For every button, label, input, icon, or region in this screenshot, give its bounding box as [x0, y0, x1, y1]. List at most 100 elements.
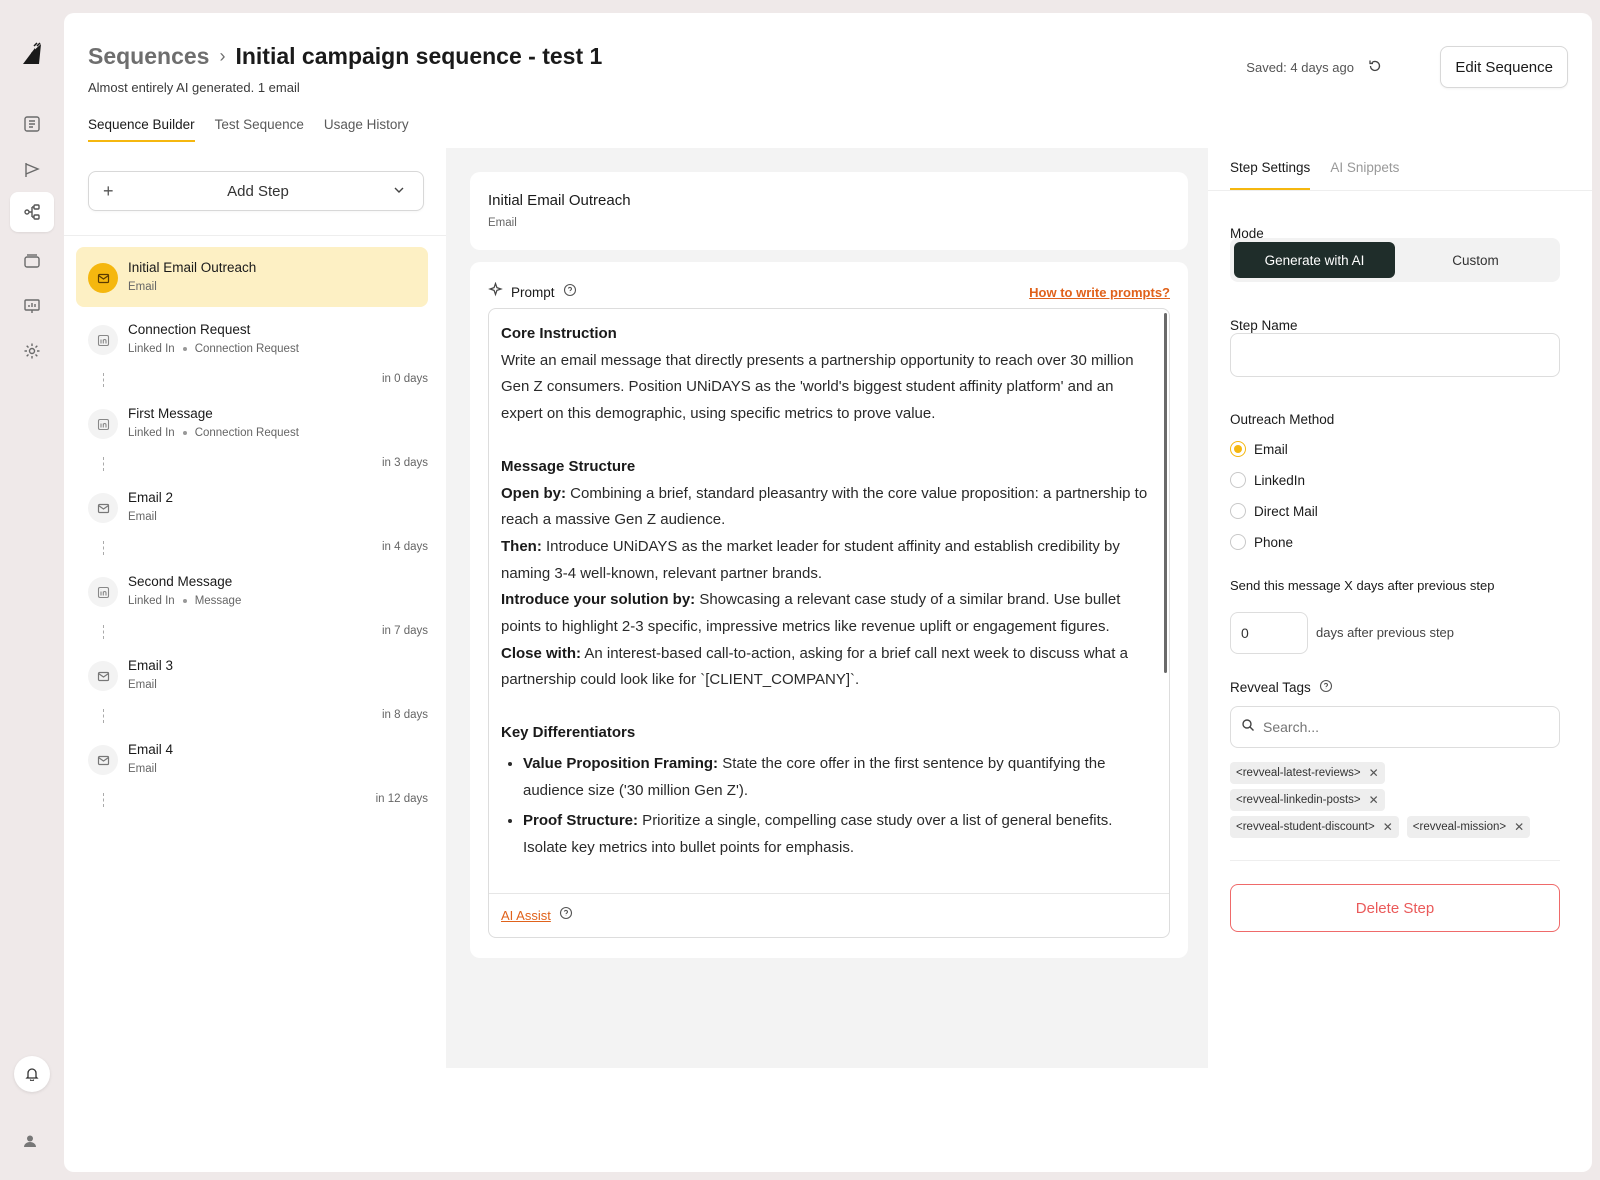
linkedin-icon [88, 409, 118, 439]
step-item-email-4[interactable]: Email 4 Email [76, 729, 428, 789]
step-item-first-message[interactable]: First Message Linked In Connection Reques… [76, 393, 428, 453]
steps-panel: + Add Step Initial Email Outreach Email [64, 148, 446, 1172]
linkedin-icon [88, 577, 118, 607]
tags-search[interactable] [1230, 706, 1560, 748]
add-step-label: Add Step [227, 182, 289, 200]
radio-phone[interactable]: Phone [1230, 534, 1293, 550]
analytics-icon[interactable] [18, 292, 46, 320]
sequences-icon[interactable] [10, 192, 54, 232]
add-step-dropdown[interactable]: + Add Step [88, 171, 424, 211]
prompt-textarea[interactable]: Core Instruction Write an email message … [488, 308, 1170, 938]
radio-button[interactable] [1230, 503, 1246, 519]
differentiators-list: Value Proposition Framing: State the cor… [501, 751, 1149, 862]
step-type: Email [128, 281, 157, 293]
ai-assist-link[interactable]: AI Assist [501, 908, 551, 923]
mail-icon [88, 263, 118, 293]
tag-chip: <revveal-student-discount> ✕ [1230, 816, 1399, 838]
close-icon[interactable]: ✕ [1514, 820, 1524, 834]
radio-button[interactable] [1230, 472, 1246, 488]
days-input[interactable] [1230, 612, 1308, 654]
step-name: Initial Email Outreach [128, 260, 257, 275]
step-item-email-2[interactable]: Email 2 Email [76, 477, 428, 537]
tags-search-input[interactable] [1263, 719, 1549, 735]
step-name: Email 2 [128, 490, 174, 505]
plus-icon: + [103, 180, 114, 201]
chevron-down-icon [393, 183, 409, 200]
close-icon[interactable]: ✕ [1369, 793, 1379, 807]
settings-gear-icon[interactable] [18, 337, 46, 365]
step-type: Email [128, 763, 157, 775]
mode-generate-ai-button[interactable]: Generate with AI [1234, 242, 1395, 278]
inbox-icon[interactable] [18, 247, 46, 275]
mode-custom-button[interactable]: Custom [1395, 242, 1556, 278]
radio-direct-mail[interactable]: Direct Mail [1230, 503, 1318, 519]
mail-icon [88, 493, 118, 523]
close-icon[interactable]: ✕ [1369, 766, 1379, 780]
help-circle-icon[interactable] [559, 906, 573, 925]
prompt-footer: AI Assist [489, 893, 1169, 937]
tab-usage-history[interactable]: Usage History [324, 117, 409, 142]
close-icon[interactable]: ✕ [1383, 820, 1393, 834]
step-delay: in 0 days [381, 373, 428, 385]
settings-tabs: Step Settings AI Snippets [1230, 160, 1399, 190]
user-avatar-icon[interactable] [20, 1131, 40, 1151]
prompt-content: Core Instruction Write an email message … [501, 321, 1149, 881]
tag-chip: <revveal-mission> ✕ [1406, 816, 1531, 838]
tab-step-settings[interactable]: Step Settings [1230, 160, 1311, 190]
linkedin-icon [88, 325, 118, 355]
tab-sequence-builder[interactable]: Sequence Builder [88, 117, 195, 142]
delete-step-button[interactable]: Delete Step [1230, 884, 1560, 932]
radio-button[interactable] [1230, 534, 1246, 550]
history-refresh-icon[interactable] [1368, 59, 1382, 76]
edit-sequence-button[interactable]: Edit Sequence [1440, 46, 1568, 88]
steps-list: Initial Email Outreach Email Connection … [76, 247, 428, 813]
mode-segmented-control: Generate with AI Custom [1230, 238, 1560, 282]
editor-panel: Initial Email Outreach Email Prompt How … [446, 148, 1208, 1068]
step-header-card: Initial Email Outreach Email [470, 172, 1188, 250]
library-icon[interactable] [18, 110, 46, 138]
prompt-scrollbar[interactable] [1164, 313, 1167, 673]
left-rail [0, 0, 64, 1180]
step-delay: in 12 days [375, 793, 428, 805]
settings-panel: Step Settings AI Snippets Mode Generate … [1208, 148, 1592, 1172]
help-circle-icon[interactable] [1319, 679, 1333, 696]
tab-ai-snippets[interactable]: AI Snippets [1330, 160, 1399, 190]
days-after-label: days after previous step [1316, 625, 1455, 640]
step-item-email-3[interactable]: Email 3 Email [76, 645, 428, 705]
step-name-label: Step Name [1230, 318, 1298, 333]
send-delay-label: Send this message X days after previous … [1230, 578, 1495, 593]
help-circle-icon[interactable] [563, 283, 577, 302]
sparkle-icon [488, 281, 503, 302]
tab-test-sequence[interactable]: Test Sequence [215, 117, 304, 142]
structure-open: Open by: Combining a brief, standard ple… [501, 484, 1148, 529]
radio-label: Direct Mail [1254, 503, 1318, 519]
step-name: Email 4 [128, 742, 174, 757]
step-item-second-message[interactable]: Second Message Linked In Message [76, 561, 428, 621]
prompt-card: Prompt How to write prompts? Core Instru… [470, 262, 1188, 958]
page-title: Initial campaign sequence - test 1 [235, 43, 603, 69]
radio-linkedin[interactable]: LinkedIn [1230, 472, 1305, 488]
breadcrumb-sequences[interactable]: Sequences [88, 43, 209, 70]
how-to-write-prompts-link[interactable]: How to write prompts? [1029, 285, 1170, 300]
radio-email[interactable]: Email [1230, 441, 1288, 457]
tag-chip: <revveal-latest-reviews> ✕ [1230, 762, 1385, 784]
step-item-connection-request[interactable]: Connection Request Linked In Connection R… [76, 309, 428, 369]
divider [1208, 190, 1592, 191]
step-type: Linked In Message [128, 595, 242, 607]
step-name: First Message [128, 406, 213, 421]
main-card: Sequences › Initial campaign sequence - … [64, 13, 1592, 1172]
key-differentiators-heading: Key Differentiators [501, 724, 636, 742]
campaign-icon[interactable] [18, 156, 46, 184]
step-item-initial-email-outreach[interactable]: Initial Email Outreach Email [76, 247, 428, 307]
notifications-bell-icon[interactable] [14, 1056, 50, 1092]
revveal-tags-label: Revveal Tags [1230, 679, 1333, 696]
step-delay: in 8 days [381, 709, 428, 721]
app-logo-icon[interactable] [20, 42, 46, 68]
step-type: Email [128, 511, 157, 523]
mail-icon [88, 661, 118, 691]
step-name-input[interactable] [1230, 333, 1560, 377]
radio-button[interactable] [1230, 441, 1246, 457]
outreach-method-label: Outreach Method [1230, 412, 1335, 427]
search-icon [1241, 718, 1255, 737]
step-type: Email [128, 679, 157, 691]
